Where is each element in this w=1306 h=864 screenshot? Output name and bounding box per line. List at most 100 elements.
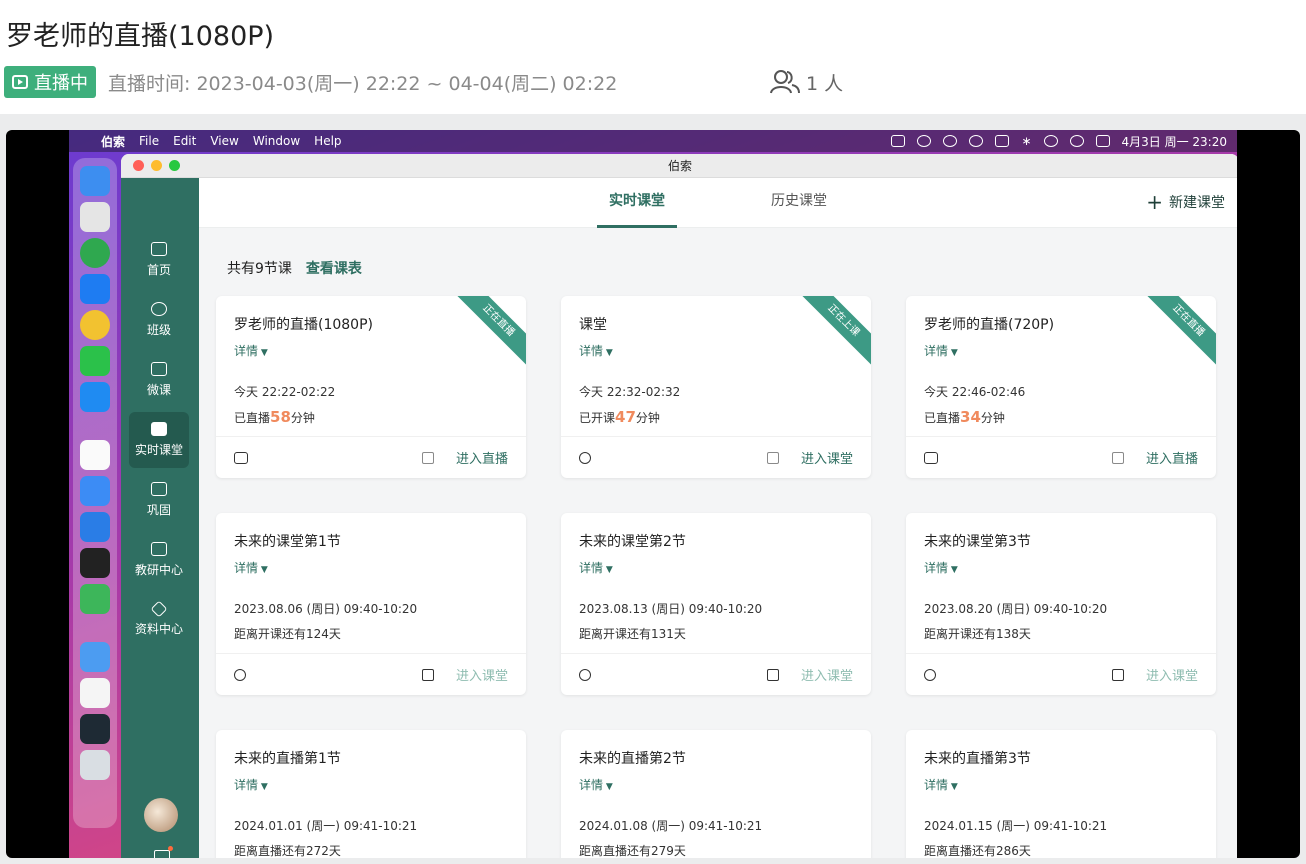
mail-icon[interactable]	[154, 850, 170, 858]
enter-class-button[interactable]: 进入课堂	[801, 448, 853, 467]
new-class-label: 新建课堂	[1169, 195, 1225, 211]
card-title: 未来的课堂第2节	[579, 534, 686, 550]
camera-icon	[234, 668, 246, 681]
bag-icon[interactable]	[1111, 451, 1124, 464]
menu-view[interactable]: View	[210, 134, 238, 148]
menu-app-name[interactable]: 伯索	[101, 133, 125, 150]
wifi-icon[interactable]	[1043, 135, 1058, 147]
bag-icon[interactable]	[766, 451, 779, 464]
launchpad-icon[interactable]	[80, 202, 110, 232]
menu-clock[interactable]: 4月3日 周一 23:20	[1122, 133, 1227, 150]
bag-icon[interactable]	[421, 668, 434, 681]
live-status-label: 直播中	[34, 73, 88, 94]
sidebar-item-home[interactable]: 首页	[129, 232, 189, 288]
class-card[interactable]: 正在直播 罗老师的直播(1080P) 详情 今天 22:22-02:22 已直播…	[216, 296, 526, 478]
status-suffix: 分钟	[980, 411, 1005, 425]
sidebar-label: 实时课堂	[134, 443, 183, 457]
trash-icon[interactable]	[80, 750, 110, 780]
document-thumbnail-icon[interactable]	[80, 678, 110, 708]
menu-file[interactable]: File	[139, 134, 159, 148]
downloads-folder-icon[interactable]	[80, 642, 110, 672]
class-card[interactable]: 未来的直播第1节 详情 2024.01.01 (周一) 09:41-10:21 …	[216, 730, 526, 858]
notion-icon[interactable]	[80, 440, 110, 470]
enter-class-button[interactable]: 进入课堂	[1146, 665, 1198, 684]
tv-icon	[234, 451, 248, 464]
class-card[interactable]: 未来的直播第2节 详情 2024.01.08 (周一) 09:41-10:21 …	[561, 730, 871, 858]
card-time: 2023.08.13 (周日) 09:40-10:20	[579, 602, 763, 616]
app-store-icon[interactable]	[80, 274, 110, 304]
evernote-icon[interactable]	[80, 238, 110, 268]
details-toggle[interactable]: 详情	[924, 559, 1198, 576]
class-card[interactable]: 正在直播 罗老师的直播(720P) 详情 今天 22:46-02:46 已直播3…	[906, 296, 1216, 478]
menu-window[interactable]: Window	[253, 134, 300, 148]
enter-class-button[interactable]: 进入课堂	[801, 665, 853, 684]
details-toggle[interactable]: 详情	[924, 776, 1198, 793]
shared-screen: 伯索 File Edit View Window Help ∗ 4月3日 周一 …	[6, 130, 1300, 858]
details-toggle[interactable]: 详情	[234, 342, 508, 359]
bluetooth-icon[interactable]: ∗	[1021, 134, 1031, 148]
details-toggle[interactable]: 详情	[579, 776, 853, 793]
screenshot-thumbnail-icon[interactable]	[80, 714, 110, 744]
card-time: 2023.08.20 (周日) 09:40-10:20	[924, 602, 1108, 616]
new-class-button[interactable]: + 新建课堂	[1146, 192, 1225, 212]
group-icon	[151, 302, 167, 316]
play-status-icon[interactable]	[969, 135, 984, 147]
sidebar-item-resource-center[interactable]: 资料中心	[129, 592, 189, 648]
enter-class-button[interactable]: 进入课堂	[456, 665, 508, 684]
enter-live-button[interactable]: 进入直播	[1146, 448, 1198, 467]
bag-icon[interactable]	[421, 451, 434, 464]
card-title: 未来的直播第1节	[234, 751, 341, 767]
chrome-icon[interactable]	[80, 310, 110, 340]
menu-edit[interactable]: Edit	[173, 134, 196, 148]
chat-app-icon[interactable]	[80, 476, 110, 506]
search-icon[interactable]	[1069, 135, 1084, 147]
evernote-status-icon[interactable]	[943, 135, 958, 147]
tab-history[interactable]: 历史课堂	[771, 178, 827, 228]
stream-info-row: 直播中 直播时间: 2023-04-03(周一) 22:22 ~ 04-04(周…	[4, 66, 1294, 98]
activity-monitor-icon[interactable]	[80, 548, 110, 578]
class-card[interactable]: 正在上课 课堂 详情 今天 22:32-02:32 已开课47分钟 进入课堂	[561, 296, 871, 478]
close-window-icon[interactable]	[133, 160, 144, 171]
view-schedule-link[interactable]: 查看课表	[306, 258, 362, 278]
input-method-icon[interactable]	[995, 135, 1010, 147]
tab-realtime[interactable]: 实时课堂	[597, 178, 677, 228]
sidebar-item-review[interactable]: 巩固	[129, 472, 189, 528]
sidebar-label: 班级	[146, 323, 171, 337]
stream-title: 罗老师的直播(1080P)	[6, 21, 275, 52]
menu-help[interactable]: Help	[314, 134, 341, 148]
card-time: 2024.01.08 (周一) 09:41-10:21	[579, 819, 763, 833]
details-toggle[interactable]: 详情	[579, 342, 853, 359]
zoom-window-icon[interactable]	[169, 160, 180, 171]
class-card[interactable]: 未来的课堂第2节 详情 2023.08.13 (周日) 09:40-10:20 …	[561, 513, 871, 695]
wechat-icon[interactable]	[80, 346, 110, 376]
class-card[interactable]: 未来的课堂第1节 详情 2023.08.06 (周日) 09:40-10:20 …	[216, 513, 526, 695]
details-toggle[interactable]: 详情	[924, 342, 1198, 359]
details-toggle[interactable]: 详情	[234, 559, 508, 576]
video-player[interactable]: 伯索 File Edit View Window Help ∗ 4月3日 周一 …	[0, 114, 1306, 864]
enter-live-button[interactable]: 进入直播	[456, 448, 508, 467]
safari-icon[interactable]	[80, 382, 110, 412]
class-card[interactable]: 未来的课堂第3节 详情 2023.08.20 (周日) 09:40-10:20 …	[906, 513, 1216, 695]
document-app-icon[interactable]	[80, 512, 110, 542]
wechat-status-icon[interactable]	[891, 135, 906, 147]
green-app-icon[interactable]	[80, 584, 110, 614]
desktop: 伯索 File Edit View Window Help ∗ 4月3日 周一 …	[69, 130, 1237, 858]
card-title: 未来的课堂第1节	[234, 534, 341, 550]
control-center-icon[interactable]	[1095, 135, 1110, 147]
finder-icon[interactable]	[80, 166, 110, 196]
sidebar-label: 巩固	[146, 503, 171, 517]
class-card[interactable]: 未来的直播第3节 详情 2024.01.15 (周一) 09:41-10:21 …	[906, 730, 1216, 858]
tv-icon	[924, 451, 938, 464]
chat-status-icon[interactable]	[917, 135, 932, 147]
sidebar-item-microlesson[interactable]: 微课	[129, 352, 189, 408]
minimize-window-icon[interactable]	[151, 160, 162, 171]
sidebar-item-class[interactable]: 班级	[129, 292, 189, 348]
details-toggle[interactable]: 详情	[234, 776, 508, 793]
details-toggle[interactable]: 详情	[579, 559, 853, 576]
bag-icon[interactable]	[766, 668, 779, 681]
card-status: 距离开课还有138天	[924, 627, 1031, 641]
sidebar-item-research-center[interactable]: 教研中心	[129, 532, 189, 588]
bag-icon[interactable]	[1111, 668, 1124, 681]
avatar[interactable]	[144, 798, 178, 832]
sidebar-item-realtime-class[interactable]: 实时课堂	[129, 412, 189, 468]
